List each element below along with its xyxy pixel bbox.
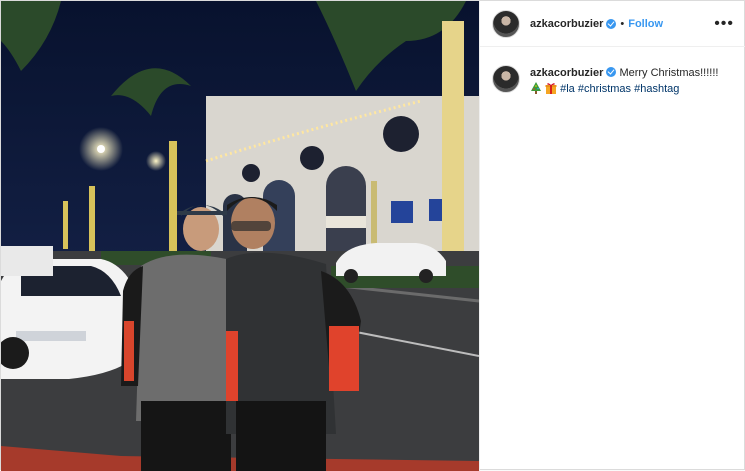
separator-dot: • — [620, 17, 625, 30]
hashtag-link[interactable]: #christmas — [578, 83, 631, 95]
post-header: azkacorbuzier • Follow ••• — [480, 1, 745, 47]
instagram-post: azkacorbuzier • Follow ••• azkacorbuzier… — [0, 0, 745, 471]
photo-scene — [1, 1, 479, 471]
caption-avatar[interactable] — [492, 65, 520, 93]
christmas-tree-emoji-icon — [530, 82, 542, 99]
caption-text: Merry Christmas!!!!!! — [619, 67, 719, 79]
caption: azkacorbuzier Merry Christmas!!!!!! #la … — [480, 47, 745, 99]
post-photo[interactable] — [1, 1, 479, 471]
more-options-icon[interactable]: ••• — [714, 15, 734, 33]
verified-badge-icon — [606, 18, 617, 29]
gift-emoji-icon — [545, 82, 557, 99]
post-sidebar: azkacorbuzier • Follow ••• azkacorbuzier… — [479, 1, 745, 471]
caption-body: azkacorbuzier Merry Christmas!!!!!! #la … — [530, 65, 718, 99]
hashtag-link[interactable]: #hashtag — [634, 83, 679, 95]
hashtag-link[interactable]: #la — [560, 83, 575, 95]
caption-username-link[interactable]: azkacorbuzier — [530, 67, 603, 79]
avatar[interactable] — [492, 9, 520, 38]
caption-verified-badge-icon — [606, 67, 617, 77]
follow-button[interactable]: Follow — [628, 18, 663, 30]
username-link[interactable]: azkacorbuzier — [530, 18, 603, 30]
